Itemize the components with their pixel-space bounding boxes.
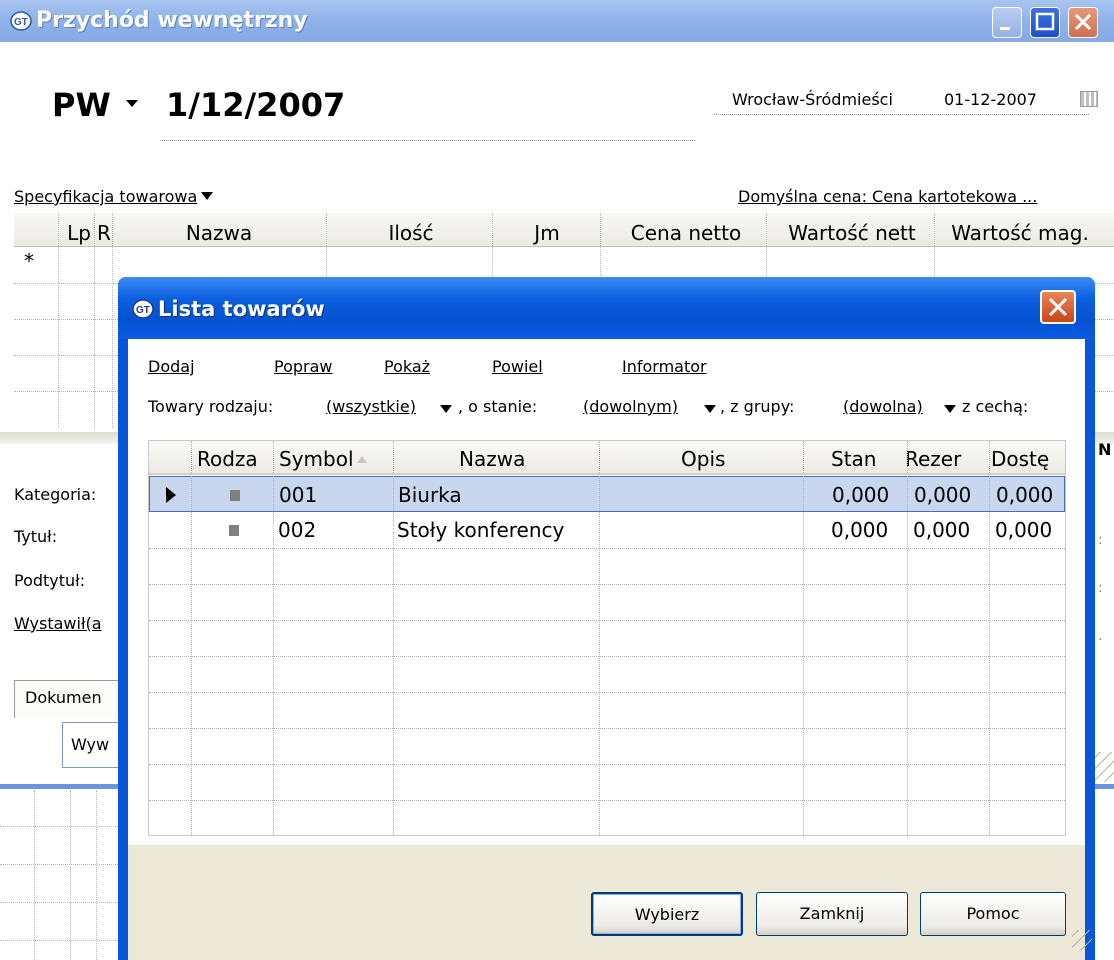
app-icon: GT xyxy=(132,299,154,319)
cell-symbol: 001 xyxy=(279,483,318,507)
informator-link[interactable]: Informator xyxy=(622,357,707,376)
product-grid-header: Rodza Symbol Nazwa Opis Stan Rezer Dostę xyxy=(149,441,1065,475)
cell-name: Biurka xyxy=(398,483,462,507)
spec-menu-label: Specyfikacja towarowa xyxy=(14,187,198,206)
chevron-down-icon xyxy=(201,192,214,200)
column-header-reserved[interactable]: Rezer xyxy=(905,447,961,471)
column-header-name[interactable]: Nazwa xyxy=(459,447,525,471)
filter-group-label: , z grupy: xyxy=(720,397,795,416)
spec-grid-header: Lp R Nazwa Ilość Jm Cena netto Wartość n… xyxy=(14,213,1114,247)
row-pointer-icon xyxy=(166,487,176,503)
cell-available: 0,000 xyxy=(995,518,1053,542)
spec-menu[interactable]: Specyfikacja towarowa xyxy=(14,187,214,206)
field-edge: . xyxy=(1098,628,1103,644)
cell-reserved: 0,000 xyxy=(914,483,972,507)
window-title: Przychód wewnętrzny xyxy=(36,8,308,33)
maximize-button[interactable] xyxy=(1030,7,1060,38)
filter-state-value[interactable]: (dowolnym) xyxy=(583,397,678,416)
minimize-button[interactable] xyxy=(992,7,1022,38)
document-number[interactable]: 1/12/2007 xyxy=(166,86,345,124)
filter-group-value[interactable]: (dowolna) xyxy=(843,397,923,416)
column-header-symbol-label: Symbol xyxy=(279,447,354,471)
resize-grip[interactable] xyxy=(1094,752,1114,782)
svg-text:GT: GT xyxy=(14,17,28,28)
filter-kind-label: Towary rodzaju: xyxy=(148,397,274,416)
product-grid[interactable]: Rodza Symbol Nazwa Opis Stan Rezer Dostę… xyxy=(148,440,1066,836)
column-header-lp[interactable]: Lp xyxy=(64,221,94,245)
table-row[interactable]: 002 Stoły konferency 0,000 0,000 0,000 xyxy=(149,512,1065,548)
tab-documents-label: Dokumen xyxy=(25,688,102,707)
column-header-jm[interactable]: Jm xyxy=(492,221,602,245)
filter-feature-label: z cechą: xyxy=(962,397,1029,416)
svg-text:GT: GT xyxy=(136,305,150,316)
column-header-stock[interactable]: Stan xyxy=(831,447,876,471)
app-icon: GT xyxy=(10,11,32,31)
main-titlebar: GT Przychód wewnętrzny xyxy=(0,0,1114,42)
cell-stock: 0,000 xyxy=(832,483,890,507)
divider xyxy=(714,114,1089,115)
column-header-wartosc-mag[interactable]: Wartość mag. xyxy=(934,221,1106,245)
default-price-link[interactable]: Domyślna cena: Cena kartotekowa ... xyxy=(738,187,1037,206)
help-button[interactable]: Pomoc xyxy=(920,892,1066,936)
overflow-marker: N xyxy=(1098,440,1112,459)
product-kind-icon xyxy=(230,490,240,501)
edit-link[interactable]: Popraw xyxy=(274,357,333,376)
subtitle-label: Podtytuł: xyxy=(14,571,86,590)
column-header-kind[interactable]: Rodza xyxy=(197,447,258,471)
wyw-field-value: Wyw xyxy=(71,735,110,754)
title-label: Tytuł: xyxy=(14,527,58,546)
cell-available: 0,000 xyxy=(996,483,1054,507)
minimize-icon xyxy=(1000,27,1010,30)
duplicate-link[interactable]: Powiel xyxy=(492,357,543,376)
add-link[interactable]: Dodaj xyxy=(148,357,195,376)
column-header-ilosc[interactable]: Ilość xyxy=(326,221,496,245)
chevron-down-icon[interactable] xyxy=(704,405,716,413)
close-dialog-button[interactable]: Zamknij xyxy=(756,892,908,936)
new-row-marker: * xyxy=(24,249,34,273)
select-button[interactable]: Wybierz xyxy=(591,892,743,936)
divider xyxy=(160,140,695,141)
dialog-titlebar: GT Lista towarów xyxy=(118,277,1095,339)
column-header-wartosc-netto[interactable]: Wartość nett xyxy=(766,221,938,245)
column-header-symbol[interactable]: Symbol xyxy=(279,447,367,471)
filter-kind-value[interactable]: (wszystkie) xyxy=(326,397,416,416)
dialog-title: Lista towarów xyxy=(158,297,325,321)
field-edge: : xyxy=(1098,532,1103,548)
cell-name: Stoły konferency xyxy=(397,518,565,542)
column-header-r[interactable]: R xyxy=(94,221,114,245)
show-link[interactable]: Pokaż xyxy=(384,357,430,376)
dialog-close-button[interactable] xyxy=(1040,290,1076,324)
chevron-down-icon[interactable] xyxy=(944,405,956,413)
column-header-cena-netto[interactable]: Cena netto xyxy=(602,221,770,245)
chevron-down-icon[interactable] xyxy=(440,405,452,413)
category-label: Kategoria: xyxy=(14,485,97,504)
date-field[interactable]: 01-12-2007 xyxy=(944,90,1037,109)
sort-icon xyxy=(356,456,367,463)
column-header-nazwa[interactable]: Nazwa xyxy=(134,221,304,245)
cell-reserved: 0,000 xyxy=(913,518,971,542)
chevron-down-icon[interactable] xyxy=(126,100,138,107)
branch-field[interactable]: Wrocław-Śródmieści xyxy=(732,90,893,109)
column-header-description[interactable]: Opis xyxy=(681,447,725,471)
resize-grip[interactable] xyxy=(1072,930,1092,950)
maximize-icon xyxy=(1035,12,1055,31)
filter-state-label: , o stanie: xyxy=(458,397,538,416)
issued-by-label: Wystawił(a xyxy=(14,614,102,633)
cell-symbol: 002 xyxy=(278,518,317,542)
column-header-available[interactable]: Dostę xyxy=(991,447,1049,471)
tab-documents[interactable]: Dokumen xyxy=(14,680,124,718)
close-button[interactable] xyxy=(1068,7,1098,38)
table-row[interactable]: 001 Biurka 0,000 0,000 0,000 xyxy=(149,476,1065,512)
cell-stock: 0,000 xyxy=(831,518,889,542)
close-icon xyxy=(1074,13,1092,31)
product-kind-icon xyxy=(229,525,239,536)
field-edge: : xyxy=(1098,580,1103,596)
calendar-icon[interactable] xyxy=(1080,91,1098,107)
document-type-selector[interactable]: PW xyxy=(52,86,111,124)
close-icon xyxy=(1048,297,1068,317)
